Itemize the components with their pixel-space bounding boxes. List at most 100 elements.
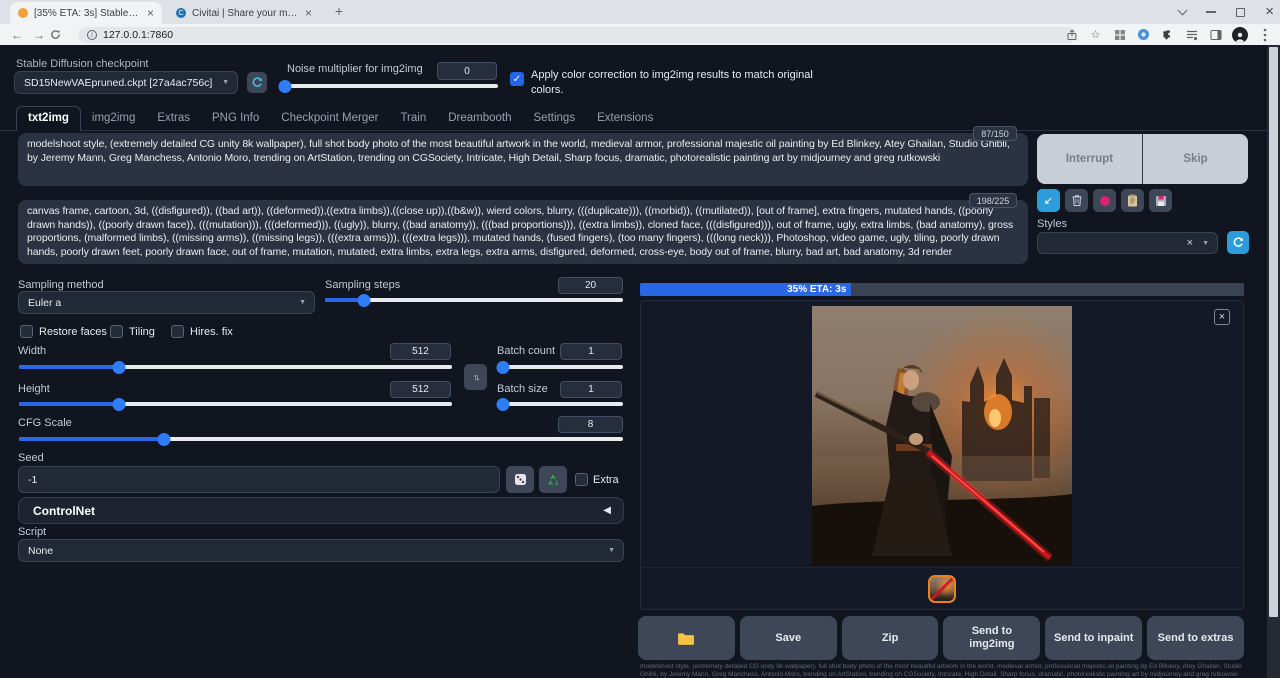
back-icon[interactable]: ← <box>6 28 28 42</box>
noise-multiplier-label: Noise multiplier for img2img <box>287 63 423 75</box>
extensions-puzzle-icon[interactable] <box>1160 27 1175 42</box>
controlnet-accordion[interactable]: ControlNet ◀ <box>18 497 624 524</box>
browser-menu-icon[interactable] <box>1257 27 1272 42</box>
batch-size-value[interactable]: 1 <box>560 381 622 398</box>
zip-button[interactable]: Zip <box>842 616 939 660</box>
skip-button[interactable]: Skip <box>1142 134 1248 184</box>
tiling-checkbox[interactable] <box>110 325 123 338</box>
hires-fix-checkbox[interactable] <box>171 325 184 338</box>
extra-networks-button[interactable] <box>1093 189 1116 212</box>
prompt-textarea[interactable]: modelshoot style, (extremely detailed CG… <box>18 133 1028 186</box>
maximize-icon[interactable] <box>1236 8 1245 17</box>
bookmark-star-icon[interactable]: ☆ <box>1088 27 1103 42</box>
browser-tab-title: [35% ETA: 3s] Stable Diffusion <box>34 8 141 19</box>
tab-extensions[interactable]: Extensions <box>586 107 664 130</box>
extension-blue-icon[interactable] <box>1136 27 1151 42</box>
checkpoint-dropdown[interactable]: SD15NewVAEpruned.ckpt [27a4ac756c] ▼ <box>14 71 238 94</box>
browser-tab-civitai[interactable]: C Civitai | Share your models × <box>168 2 320 24</box>
sampling-steps-value[interactable]: 20 <box>558 277 623 294</box>
tab-search-icon[interactable] <box>1178 6 1188 16</box>
send-to-img2img-button[interactable]: Send to img2img <box>943 616 1040 660</box>
noise-multiplier-value[interactable]: 0 <box>437 62 497 80</box>
gallery-thumbnail-selected[interactable] <box>928 575 956 603</box>
tab-close-icon[interactable]: × <box>147 8 154 18</box>
send-to-inpaint-button[interactable]: Send to inpaint <box>1045 616 1142 660</box>
open-folder-button[interactable] <box>638 616 735 660</box>
generation-info-text: modelshoot style, (extremely detailed CG… <box>640 663 1244 678</box>
scrollbar-thumb[interactable] <box>1269 47 1278 617</box>
extension-grid-icon[interactable] <box>1112 27 1127 42</box>
sampling-method-dropdown[interactable]: Euler a ▼ <box>18 291 315 314</box>
progress-fill: 35% ETA: 3s <box>640 283 851 296</box>
extra-seed-checkbox[interactable] <box>575 473 588 486</box>
close-gallery-icon[interactable]: × <box>1214 309 1230 325</box>
interrupt-button[interactable]: Interrupt <box>1037 134 1142 184</box>
noise-multiplier-slider[interactable] <box>281 84 498 88</box>
clipboard-icon <box>1127 194 1138 207</box>
apply-styles-button[interactable] <box>1121 189 1144 212</box>
paste-params-button[interactable]: ↙ <box>1037 189 1060 212</box>
tab-train[interactable]: Train <box>389 107 437 130</box>
paste-arrow-icon: ↙ <box>1044 194 1053 207</box>
height-slider[interactable] <box>19 402 452 406</box>
seed-input[interactable] <box>18 466 500 493</box>
minimize-icon[interactable] <box>1206 11 1216 13</box>
hires-fix-label: Hires. fix <box>190 326 233 338</box>
reading-list-icon[interactable] <box>1184 27 1199 42</box>
profile-avatar[interactable] <box>1232 27 1248 43</box>
send-to-extras-button[interactable]: Send to extras <box>1147 616 1244 660</box>
tab-checkpoint-merger[interactable]: Checkpoint Merger <box>270 107 389 130</box>
browser-tab-stable-diffusion[interactable]: [35% ETA: 3s] Stable Diffusion × <box>10 2 162 24</box>
save-style-button[interactable] <box>1149 189 1172 212</box>
side-panel-icon[interactable] <box>1208 27 1223 42</box>
cfg-scale-slider[interactable] <box>19 437 623 441</box>
tab-settings[interactable]: Settings <box>523 107 587 130</box>
close-window-icon[interactable]: × <box>1265 6 1274 18</box>
clear-styles-icon[interactable]: × <box>1187 237 1193 249</box>
tab-img2img[interactable]: img2img <box>81 107 146 130</box>
sampling-method-value: Euler a <box>28 297 61 309</box>
width-slider[interactable] <box>19 365 452 369</box>
tab-txt2img[interactable]: txt2img <box>16 106 81 131</box>
preview-image[interactable] <box>812 306 1072 566</box>
save-button[interactable]: Save <box>740 616 837 660</box>
tab-extras[interactable]: Extras <box>146 107 201 130</box>
window-controls: × <box>1179 0 1274 24</box>
refresh-checkpoints-button[interactable] <box>247 72 267 93</box>
restore-faces-checkbox[interactable] <box>20 325 33 338</box>
cfg-scale-value[interactable]: 8 <box>558 416 623 433</box>
tab-dreambooth[interactable]: Dreambooth <box>437 107 522 130</box>
stable-diffusion-webui: Stable Diffusion checkpoint SD15NewVAEpr… <box>0 45 1280 678</box>
tab-png-info[interactable]: PNG Info <box>201 107 270 130</box>
clear-prompt-button[interactable] <box>1065 189 1088 212</box>
seed-label: Seed <box>18 452 44 464</box>
gradio-favicon-icon <box>18 8 28 18</box>
chevron-down-icon: ▼ <box>299 299 306 306</box>
batch-count-slider[interactable] <box>497 365 623 369</box>
color-correction-checkbox[interactable]: ✓ <box>510 72 524 86</box>
url-text: 127.0.0.1:7860 <box>103 29 173 41</box>
height-value[interactable]: 512 <box>390 381 451 398</box>
reload-icon[interactable] <box>50 29 72 40</box>
reuse-seed-button[interactable] <box>539 466 567 493</box>
width-value[interactable]: 512 <box>390 343 451 360</box>
color-correction-label: Apply color correction to img2img result… <box>531 68 836 97</box>
trash-icon <box>1071 194 1083 207</box>
refresh-styles-button[interactable] <box>1227 231 1249 254</box>
script-dropdown[interactable]: None ▼ <box>18 539 624 562</box>
batch-size-slider[interactable] <box>497 402 623 406</box>
page-scrollbar[interactable] <box>1267 45 1280 678</box>
tab-close-icon[interactable]: × <box>305 8 312 18</box>
site-info-icon[interactable]: i <box>87 30 97 40</box>
new-tab-button[interactable]: + <box>330 3 348 21</box>
swap-dimensions-button[interactable]: ↑↓ <box>464 364 487 390</box>
random-seed-button[interactable] <box>506 466 534 493</box>
batch-count-value[interactable]: 1 <box>560 343 622 360</box>
styles-dropdown[interactable]: × ▼ <box>1037 232 1218 254</box>
chevron-down-icon: ▼ <box>1202 240 1209 247</box>
negative-prompt-textarea[interactable]: canvas frame, cartoon, 3d, ((disfigured)… <box>18 200 1028 264</box>
sampling-steps-slider[interactable] <box>325 298 623 302</box>
forward-icon[interactable]: → <box>28 28 50 42</box>
share-icon[interactable] <box>1064 27 1079 42</box>
address-bar[interactable]: i 127.0.0.1:7860 <box>78 27 1076 43</box>
